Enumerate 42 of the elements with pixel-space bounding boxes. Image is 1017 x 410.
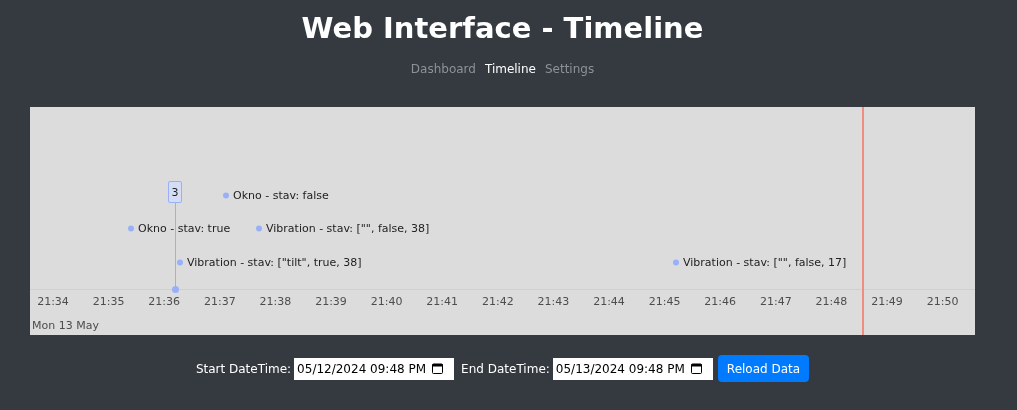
event-label[interactable]: Okno - stav: false xyxy=(233,188,329,202)
event-dot[interactable] xyxy=(673,259,679,265)
start-datetime-field[interactable]: 05/12/2024 09:48 PM xyxy=(294,357,455,380)
nav-link[interactable]: Settings xyxy=(544,62,595,80)
time-tick-label: 21:34 xyxy=(37,295,69,308)
end-datetime-label: End DateTime: xyxy=(461,361,550,376)
event-dot[interactable] xyxy=(172,286,179,293)
time-tick-label: 21:39 xyxy=(315,295,347,308)
time-tick-label: 21:41 xyxy=(426,295,459,308)
time-tick-label: 21:49 xyxy=(871,295,903,308)
cluster-marker[interactable]: 3 xyxy=(168,181,182,203)
date-label: Mon 13 May xyxy=(32,319,99,332)
nav-link[interactable]: Timeline xyxy=(484,62,536,80)
event-label[interactable]: Vibration - stav: ["", false, 17] xyxy=(683,255,847,269)
calendar-icon[interactable] xyxy=(690,363,702,374)
time-tick-label: 21:37 xyxy=(203,295,236,308)
time-tick-label: 21:35 xyxy=(92,295,125,308)
time-tick-label: 21:43 xyxy=(537,295,570,308)
time-tick-label: 21:46 xyxy=(704,295,737,308)
page-title: Web Interface - Timeline xyxy=(301,10,704,47)
reload-data-button[interactable]: Reload Data xyxy=(717,355,810,382)
event-label[interactable]: Vibration - stav: ["tilt", true, 38] xyxy=(187,255,362,269)
timeline-panel[interactable] xyxy=(30,107,975,335)
time-tick-label: 21:44 xyxy=(593,295,625,308)
time-tick-label: 21:36 xyxy=(148,295,181,308)
end-datetime-field[interactable]: 05/13/2024 09:48 PM xyxy=(552,357,713,380)
event-dot[interactable] xyxy=(177,259,183,265)
event-label[interactable]: Okno - stav: true xyxy=(138,221,231,235)
time-tick-label: 21:40 xyxy=(370,295,403,308)
calendar-icon[interactable] xyxy=(432,363,444,374)
time-tick-label: 21:45 xyxy=(648,295,681,308)
nav-link[interactable]: Dashboard xyxy=(410,62,476,80)
time-tick-label: 21:48 xyxy=(815,295,848,308)
event-dot[interactable] xyxy=(128,225,134,231)
start-datetime-label: Start DateTime: xyxy=(195,361,292,376)
time-tick-label: 21:42 xyxy=(481,295,514,308)
event-dot[interactable] xyxy=(256,225,262,231)
time-tick-label: 21:50 xyxy=(926,295,959,308)
time-tick-label: 21:38 xyxy=(259,295,292,308)
time-tick-label: 21:47 xyxy=(759,295,792,308)
event-dot[interactable] xyxy=(223,192,229,198)
event-label[interactable]: Vibration - stav: ["", false, 38] xyxy=(266,221,430,235)
